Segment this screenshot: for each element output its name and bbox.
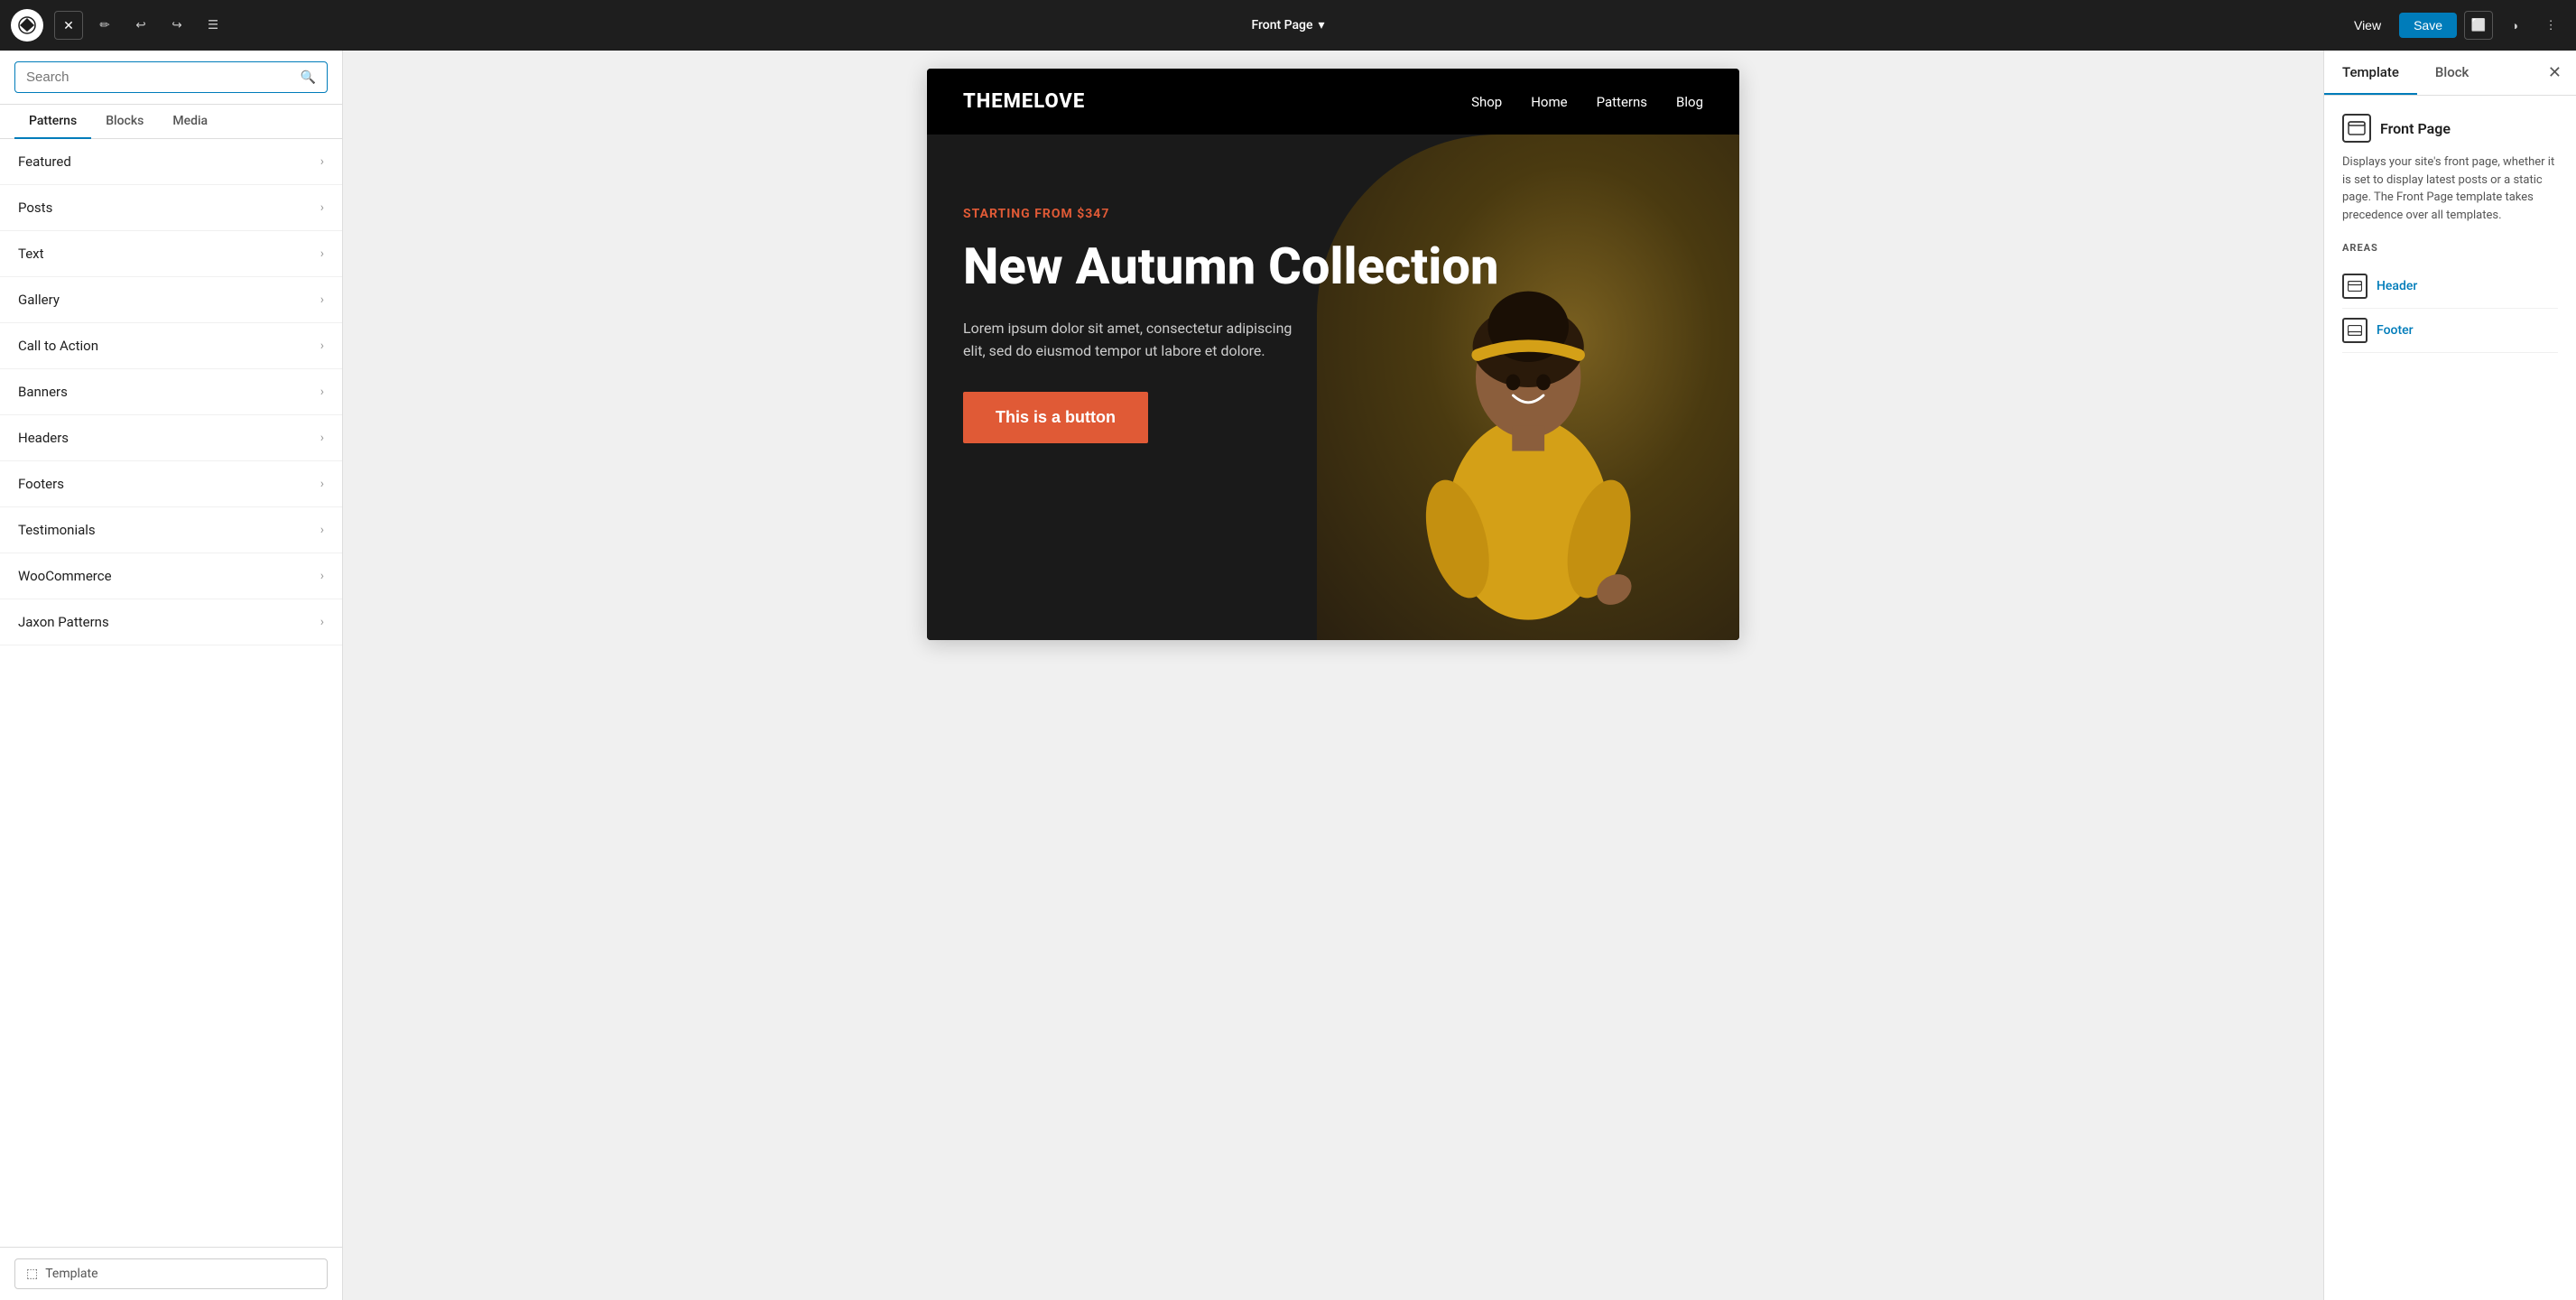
pattern-label: Testimonials xyxy=(18,522,96,538)
hero-cta-button[interactable]: This is a button xyxy=(963,392,1148,443)
pattern-label: Featured xyxy=(18,153,71,170)
site-nav: Shop Home Patterns Blog xyxy=(1471,94,1703,110)
chevron-right-icon: › xyxy=(320,523,324,537)
close-button[interactable]: ✕ xyxy=(54,11,83,40)
pattern-label: Text xyxy=(18,246,44,262)
pattern-label: Banners xyxy=(18,384,68,400)
nav-link-shop[interactable]: Shop xyxy=(1471,94,1502,110)
footer-template-label: Template xyxy=(45,1267,97,1281)
wp-logo[interactable] xyxy=(11,9,43,42)
canvas-area: THEMELOVE Shop Home Patterns Blog STARTI… xyxy=(343,51,2323,1300)
right-sidebar-close-button[interactable]: ✕ xyxy=(2534,51,2576,95)
sidebar-footer: ⬚ Template xyxy=(0,1247,342,1300)
toolbar: ✕ ✏ ↩ ↪ ☰ Front Page ▾ View Save ⬜ ◑ ⋮ xyxy=(0,0,2576,51)
chevron-right-icon: › xyxy=(320,477,324,491)
left-sidebar: 🔍 Patterns Blocks Media Featured › Posts… xyxy=(0,51,343,1300)
pattern-label: Footers xyxy=(18,476,64,492)
right-sidebar-header: Template Block ✕ xyxy=(2324,51,2576,96)
footer-area-icon xyxy=(2342,318,2368,343)
chevron-right-icon: › xyxy=(320,431,324,445)
tab-blocks[interactable]: Blocks xyxy=(91,105,158,139)
search-icon: 🔍 xyxy=(301,70,316,85)
template-icon xyxy=(2342,114,2371,143)
right-tabs: Template Block xyxy=(2324,51,2534,95)
nav-link-blog[interactable]: Blog xyxy=(1676,94,1703,110)
toolbar-right: View Save ⬜ ◑ ⋮ xyxy=(2343,11,2565,40)
pattern-item-headers[interactable]: Headers › xyxy=(0,415,342,461)
tabs-row: Patterns Blocks Media xyxy=(0,105,342,139)
list-icon[interactable]: ☰ xyxy=(199,11,227,40)
search-bar: 🔍 xyxy=(0,51,342,105)
pen-icon[interactable]: ✏ xyxy=(90,11,119,40)
chevron-right-icon: › xyxy=(320,200,324,215)
area-header-label: Header xyxy=(2377,279,2417,293)
right-sidebar: Template Block ✕ Front Page Displays you… xyxy=(2323,51,2576,1300)
chevron-right-icon: › xyxy=(320,246,324,261)
template-description: Displays your site's front page, whether… xyxy=(2342,153,2558,224)
pattern-label: Gallery xyxy=(18,292,60,308)
site-logo: THEMELOVE xyxy=(963,90,1085,113)
template-name: Front Page xyxy=(2380,120,2451,137)
pattern-item-text[interactable]: Text › xyxy=(0,231,342,277)
search-input[interactable] xyxy=(26,70,293,85)
chevron-right-icon: › xyxy=(320,385,324,399)
nav-link-patterns[interactable]: Patterns xyxy=(1597,94,1647,110)
hero-tag: STARTING FROM $347 xyxy=(963,207,1703,221)
search-input-wrapper[interactable]: 🔍 xyxy=(14,61,328,93)
hero-content: STARTING FROM $347 New Autumn Collection… xyxy=(963,189,1703,443)
template-title-row: Front Page xyxy=(2342,114,2558,143)
pattern-item-testimonials[interactable]: Testimonials › xyxy=(0,507,342,553)
pattern-item-featured[interactable]: Featured › xyxy=(0,139,342,185)
theme-icon[interactable]: ◑ xyxy=(2500,11,2529,40)
hero-description: Lorem ipsum dolor sit amet, consectetur … xyxy=(963,317,1306,363)
pattern-item-posts[interactable]: Posts › xyxy=(0,185,342,231)
pattern-label: Call to Action xyxy=(18,338,98,354)
site-preview: THEMELOVE Shop Home Patterns Blog STARTI… xyxy=(927,69,1739,640)
sidebar-footer-inner[interactable]: ⬚ Template xyxy=(14,1258,328,1289)
hero-section: STARTING FROM $347 New Autumn Collection… xyxy=(927,135,1739,640)
chevron-right-icon: › xyxy=(320,569,324,583)
tab-block[interactable]: Block xyxy=(2417,51,2487,95)
tab-media[interactable]: Media xyxy=(158,105,222,139)
pattern-item-gallery[interactable]: Gallery › xyxy=(0,277,342,323)
redo-icon[interactable]: ↪ xyxy=(162,11,191,40)
pattern-item-woocommerce[interactable]: WooCommerce › xyxy=(0,553,342,599)
pattern-label: Jaxon Patterns xyxy=(18,614,109,630)
area-item-footer[interactable]: Footer xyxy=(2342,309,2558,353)
layout-icon[interactable]: ⬜ xyxy=(2464,11,2493,40)
save-button[interactable]: Save xyxy=(2399,13,2457,38)
site-header: THEMELOVE Shop Home Patterns Blog xyxy=(927,69,1739,135)
pattern-label: Headers xyxy=(18,430,69,446)
template-icon-small: ⬚ xyxy=(26,1267,38,1281)
pattern-item-jaxon-patterns[interactable]: Jaxon Patterns › xyxy=(0,599,342,645)
pattern-label: WooCommerce xyxy=(18,568,112,584)
right-content: Front Page Displays your site's front pa… xyxy=(2324,96,2576,371)
header-area-icon xyxy=(2342,274,2368,299)
page-title-area: Front Page ▾ xyxy=(1251,18,1324,32)
areas-label: AREAS xyxy=(2342,242,2558,254)
nav-link-home[interactable]: Home xyxy=(1531,94,1567,110)
pattern-item-call-to-action[interactable]: Call to Action › xyxy=(0,323,342,369)
hero-title: New Autumn Collection xyxy=(963,239,1703,295)
patterns-list: Featured › Posts › Text › Gallery › Call… xyxy=(0,139,342,1247)
chevron-right-icon: › xyxy=(320,292,324,307)
main-area: 🔍 Patterns Blocks Media Featured › Posts… xyxy=(0,51,2576,1300)
area-item-header[interactable]: Header xyxy=(2342,265,2558,309)
page-title: Front Page xyxy=(1251,18,1312,32)
chevron-right-icon: › xyxy=(320,154,324,169)
pattern-item-banners[interactable]: Banners › xyxy=(0,369,342,415)
pattern-label: Posts xyxy=(18,200,52,216)
chevron-right-icon: › xyxy=(320,339,324,353)
more-options-icon[interactable]: ⋮ xyxy=(2536,11,2565,40)
tab-patterns[interactable]: Patterns xyxy=(14,105,91,139)
tab-template[interactable]: Template xyxy=(2324,51,2417,95)
chevron-down-icon: ▾ xyxy=(1319,18,1325,32)
area-footer-label: Footer xyxy=(2377,323,2414,338)
undo-icon[interactable]: ↩ xyxy=(126,11,155,40)
view-button[interactable]: View xyxy=(2343,13,2392,38)
pattern-item-footers[interactable]: Footers › xyxy=(0,461,342,507)
chevron-right-icon: › xyxy=(320,615,324,629)
